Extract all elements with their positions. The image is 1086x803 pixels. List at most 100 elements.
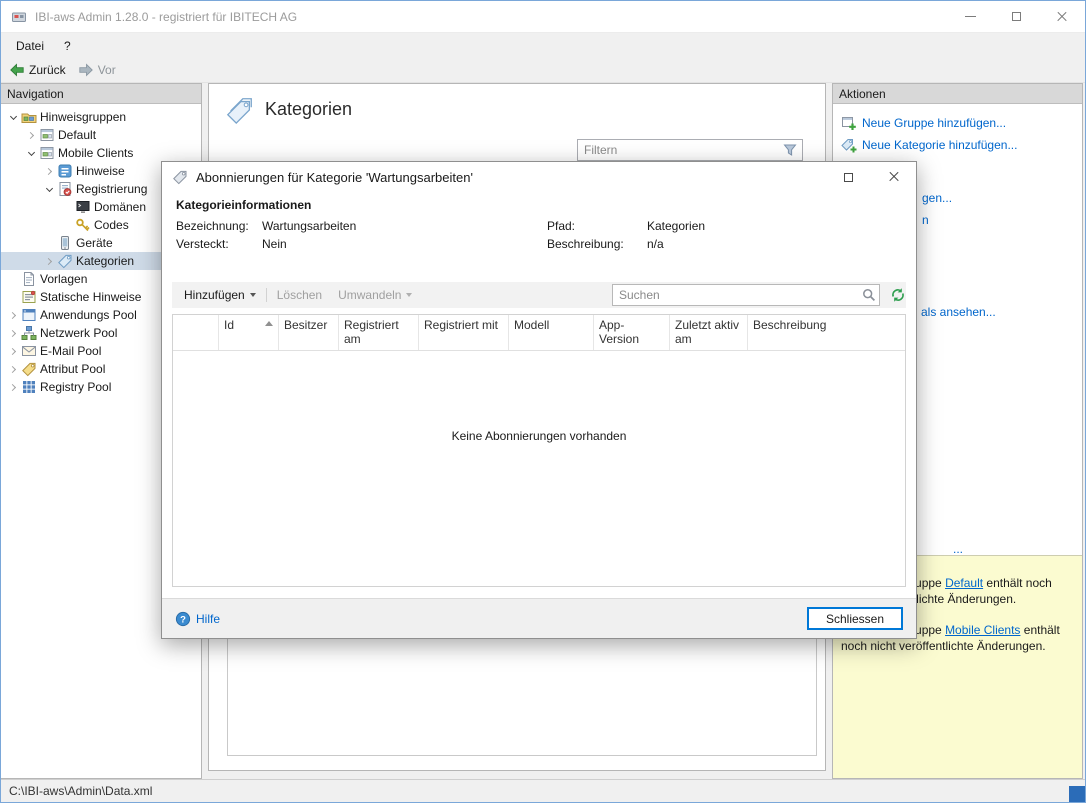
info-section-heading: Kategorieinformationen xyxy=(176,198,311,212)
column-besitzer[interactable]: Besitzer xyxy=(279,315,339,350)
column-app-version[interactable]: App-Version xyxy=(594,315,670,350)
add-dropdown-button[interactable]: Hinzufügen xyxy=(176,284,264,306)
chevron-right-icon[interactable] xyxy=(5,360,21,378)
resize-grip[interactable] xyxy=(1069,786,1085,802)
versteckt-label: Versteckt: xyxy=(176,237,229,251)
navigation-header: Navigation xyxy=(1,84,201,104)
templates-icon xyxy=(21,271,37,287)
menu-help[interactable]: ? xyxy=(54,35,81,57)
help-link[interactable]: ? Hilfe xyxy=(175,611,220,627)
notification-link-mobile-clients[interactable]: Mobile Clients xyxy=(945,623,1020,637)
action-add-group-link[interactable]: Neue Gruppe hinzufügen... xyxy=(862,116,1006,130)
search-icon[interactable] xyxy=(861,287,877,303)
chevron-right-icon[interactable] xyxy=(41,252,57,270)
column-id[interactable]: Id xyxy=(219,315,279,350)
chevron-down-icon[interactable] xyxy=(41,180,57,198)
column-zuletzt-aktiv-am[interactable]: Zuletzt aktiv am xyxy=(670,315,748,350)
chevron-spacer xyxy=(5,288,21,306)
forward-button[interactable]: Vor xyxy=(78,62,116,78)
tree-item-default[interactable]: Default xyxy=(1,126,201,144)
notice-group-icon xyxy=(39,145,55,161)
dialog-footer: ? Hilfe Schliessen xyxy=(162,598,916,638)
close-button[interactable] xyxy=(1039,1,1085,32)
chevron-right-icon[interactable] xyxy=(41,162,57,180)
column-beschreibung[interactable]: Beschreibung xyxy=(748,315,905,350)
registry-pool-icon xyxy=(21,379,37,395)
sort-ascending-icon xyxy=(265,321,273,326)
dialog-maximize-button[interactable] xyxy=(826,162,871,192)
delete-button[interactable]: Löschen xyxy=(269,284,330,306)
clipped-action-link[interactable]: n xyxy=(922,213,929,227)
convert-dropdown-button[interactable]: Umwandeln xyxy=(330,284,420,306)
notification-link-default[interactable]: Default xyxy=(945,576,983,590)
close-icon xyxy=(888,171,900,183)
filter-icon[interactable] xyxy=(782,142,798,158)
filter-box xyxy=(577,139,803,161)
add-category-icon xyxy=(841,137,857,153)
chevron-right-icon[interactable] xyxy=(5,342,21,360)
devices-icon xyxy=(57,235,73,251)
column-registriert-am[interactable]: Registriert am xyxy=(339,315,419,350)
schliessen-button[interactable]: Schliessen xyxy=(807,607,903,630)
chevron-spacer xyxy=(59,198,75,216)
empty-state-text: Keine Abonnierungen vorhanden xyxy=(173,429,905,443)
notice-groups-icon xyxy=(21,109,37,125)
svg-text:?: ? xyxy=(180,614,186,625)
back-button[interactable]: Zurück xyxy=(9,62,66,78)
page-title: Kategorien xyxy=(265,99,352,120)
main-toolbar: Zurück Vor xyxy=(1,58,1085,83)
maximize-icon xyxy=(1012,12,1021,21)
help-icon: ? xyxy=(175,611,191,627)
back-label: Zurück xyxy=(29,63,66,77)
clipped-action-link[interactable]: gen... xyxy=(922,191,952,205)
column-modell[interactable]: Modell xyxy=(509,315,594,350)
chevron-down-icon[interactable] xyxy=(23,144,39,162)
back-arrow-icon xyxy=(9,62,25,78)
subscriptions-dialog-icon xyxy=(172,169,188,185)
subscriptions-table: Id Besitzer Registriert am Registriert m… xyxy=(172,314,906,587)
dialog-close-button[interactable] xyxy=(871,162,916,192)
chevron-right-icon[interactable] xyxy=(5,378,21,396)
chevron-right-icon[interactable] xyxy=(5,306,21,324)
chevron-right-icon[interactable] xyxy=(23,126,39,144)
column-registriert-mit[interactable]: Registriert mit xyxy=(419,315,509,350)
action-add-category[interactable]: Neue Kategorie hinzufügen... xyxy=(841,134,1074,156)
actions-list: Neue Gruppe hinzufügen... Neue Kategorie… xyxy=(833,104,1082,164)
bezeichnung-value: Wartungsarbeiten xyxy=(262,219,356,233)
domains-icon xyxy=(75,199,91,215)
pfad-label: Pfad: xyxy=(547,219,575,233)
chevron-right-icon[interactable] xyxy=(5,324,21,342)
action-add-category-link[interactable]: Neue Kategorie hinzufügen... xyxy=(862,138,1017,152)
beschreibung-label: Beschreibung: xyxy=(547,237,624,251)
titlebar: IBI-aws Admin 1.28.0 - registriert für I… xyxy=(1,1,1085,33)
refresh-icon[interactable] xyxy=(890,287,906,303)
table-header-row: Id Besitzer Registriert am Registriert m… xyxy=(173,315,905,351)
chevron-down-icon[interactable] xyxy=(5,108,21,126)
column-row-selector[interactable] xyxy=(173,315,219,350)
categories-tag-icon xyxy=(57,253,73,269)
email-pool-icon xyxy=(21,343,37,359)
chevron-down-icon xyxy=(406,293,412,297)
search-box xyxy=(612,284,880,306)
action-add-group[interactable]: Neue Gruppe hinzufügen... xyxy=(841,112,1074,134)
notice-group-icon xyxy=(39,127,55,143)
close-icon xyxy=(1056,11,1068,23)
minimize-button[interactable] xyxy=(947,1,993,32)
tree-item-hinweisgruppen[interactable]: Hinweisgruppen xyxy=(1,108,201,126)
help-label[interactable]: Hilfe xyxy=(196,612,220,626)
tree-item-mobile-clients[interactable]: Mobile Clients xyxy=(1,144,201,162)
maximize-button[interactable] xyxy=(993,1,1039,32)
app-icon xyxy=(11,9,27,25)
bezeichnung-label: Bezeichnung: xyxy=(176,219,249,233)
filter-input[interactable] xyxy=(578,143,778,157)
dialog-title: Abonnierungen für Kategorie 'Wartungsarb… xyxy=(196,170,473,185)
clipped-action-link[interactable]: ... xyxy=(953,542,963,556)
chevron-spacer xyxy=(41,234,57,252)
app-window: { "window": { "title": "IBI-aws Admin 1.… xyxy=(0,0,1086,803)
window-controls xyxy=(947,1,1085,32)
pfad-value: Kategorien xyxy=(647,219,705,233)
clipped-action-link[interactable]: als ansehen... xyxy=(921,305,996,319)
menu-datei[interactable]: Datei xyxy=(6,35,54,57)
search-input[interactable] xyxy=(613,288,861,302)
window-title: IBI-aws Admin 1.28.0 - registriert für I… xyxy=(35,10,297,24)
